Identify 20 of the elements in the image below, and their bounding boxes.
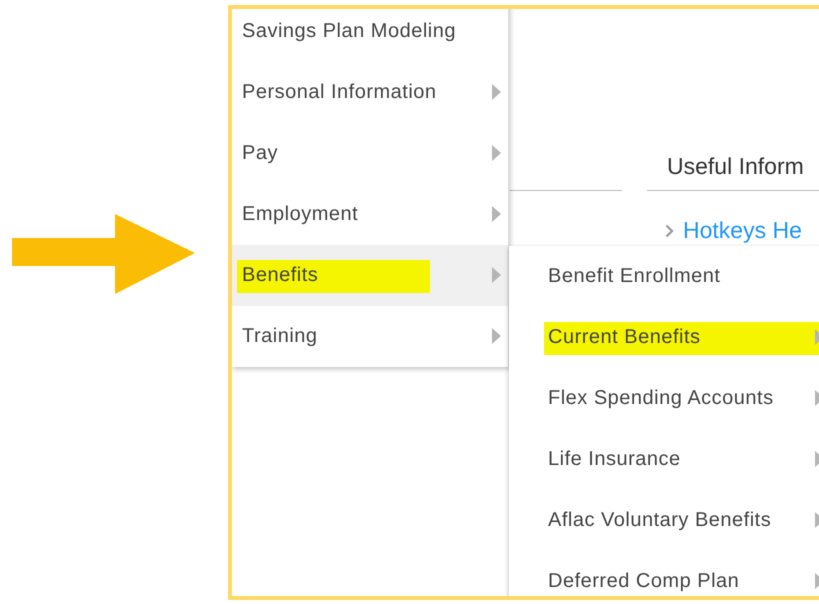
menu-item[interactable]: Savings Plan Modeling: [232, 9, 508, 62]
arrow-icon: [12, 214, 196, 296]
menu-item[interactable]: Training: [232, 306, 508, 367]
submenu-item[interactable]: Life Insurance: [509, 429, 819, 490]
menu-item[interactable]: Pay: [232, 123, 508, 184]
submenu-item[interactable]: Deferred Comp Plan: [509, 551, 819, 596]
caret-icon: [492, 267, 501, 283]
menu-item[interactable]: Benefits: [232, 245, 508, 306]
submenu-item[interactable]: Benefit Enrollment: [509, 246, 819, 307]
menu-item[interactable]: Employment: [232, 184, 508, 245]
caret-icon: [492, 206, 501, 222]
menu-item[interactable]: Personal Information: [232, 62, 508, 123]
chevron-right-icon: [665, 224, 674, 238]
caret-icon: [492, 145, 501, 161]
submenu-item[interactable]: Current Benefits: [509, 307, 819, 368]
submenu-item[interactable]: Flex Spending Accounts: [509, 368, 819, 429]
caret-icon: [492, 84, 501, 100]
submenu-item[interactable]: Aflac Voluntary Benefits: [509, 490, 819, 551]
caret-icon: [492, 328, 501, 344]
section-heading: Useful Inform: [667, 153, 804, 179]
